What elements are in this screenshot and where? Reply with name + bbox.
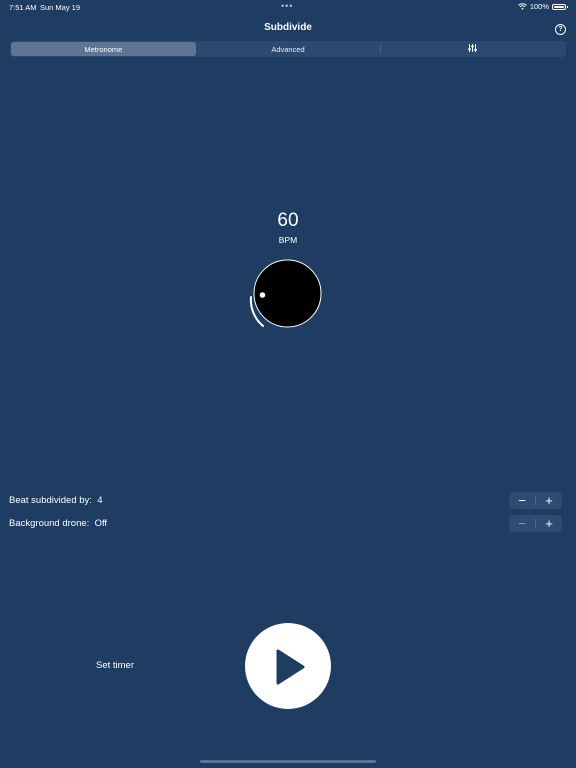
battery-percent: 100% [529, 2, 549, 11]
status-bar: 7:51 AM Sun May 19 ••• 100% [0, 0, 576, 14]
multitasking-dots[interactable]: ••• [281, 1, 293, 11]
set-timer-button[interactable]: Set timer [96, 660, 134, 671]
mode-segmented-control: Metronome Advanced [10, 41, 566, 57]
subdivision-label: Beat subdivided by: [9, 495, 92, 506]
drone-decrement-button[interactable]: − [509, 515, 535, 532]
status-date: Sun May 19 [40, 3, 81, 12]
drone-label: Background drone: [9, 518, 90, 529]
status-right: 100% [517, 2, 568, 11]
home-indicator[interactable] [200, 760, 376, 763]
battery-icon [552, 3, 568, 10]
tempo-dial[interactable] [240, 252, 330, 334]
bpm-label: BPM [278, 235, 298, 245]
drone-increment-button[interactable]: + [536, 515, 562, 532]
subdivision-decrement-button[interactable]: − [509, 492, 535, 509]
dial-position-dot [259, 292, 266, 298]
status-time: 7:51 AM [9, 3, 37, 12]
subdivision-stepper: − + [509, 492, 562, 509]
page-title: Subdivide [264, 22, 312, 33]
play-icon [276, 649, 305, 685]
tab-settings[interactable] [380, 42, 565, 56]
tab-advanced[interactable]: Advanced [196, 42, 381, 56]
drone-stepper: − + [509, 515, 562, 532]
bpm-value: 60 [277, 210, 299, 231]
wifi-icon [517, 3, 527, 10]
drone-row: Background drone: Off [9, 518, 107, 529]
play-button[interactable] [245, 623, 331, 709]
help-icon[interactable]: ? [555, 24, 566, 35]
subdivision-value: 4 [97, 495, 103, 506]
tab-metronome[interactable]: Metronome [11, 42, 196, 56]
subdivision-row: Beat subdivided by: 4 [9, 495, 103, 506]
drone-value: Off [94, 518, 108, 529]
sliders-icon [468, 44, 478, 54]
subdivision-increment-button[interactable]: + [536, 492, 562, 509]
